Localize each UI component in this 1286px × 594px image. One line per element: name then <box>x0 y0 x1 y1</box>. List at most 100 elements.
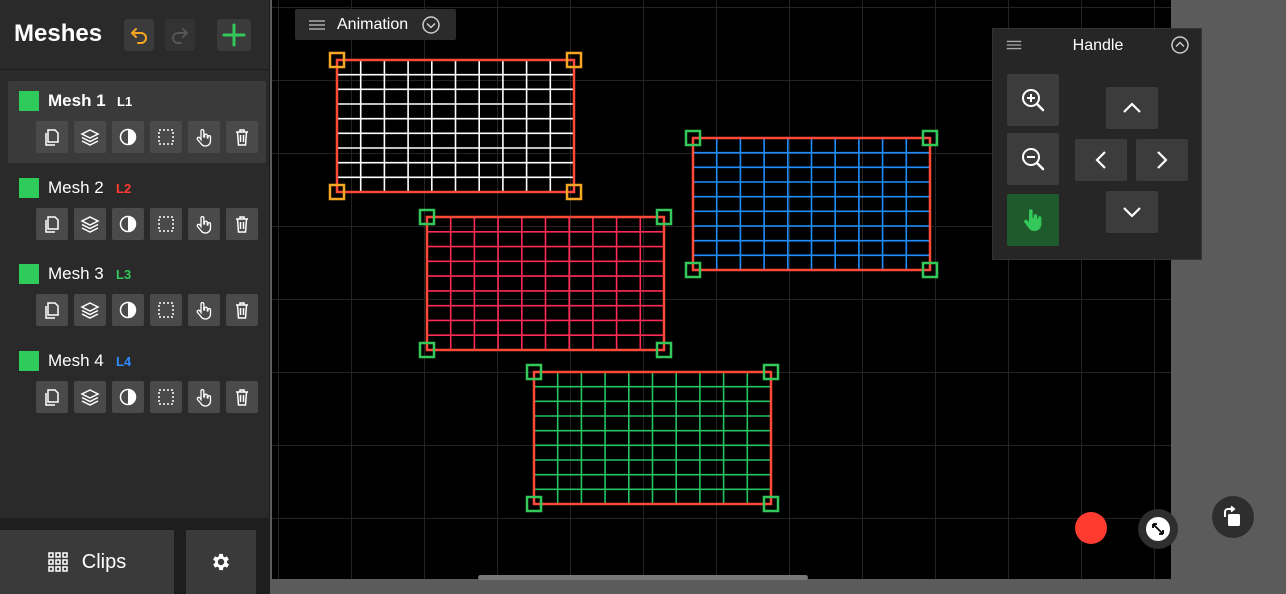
layers-button[interactable] <box>74 381 106 413</box>
contrast-button[interactable] <box>112 381 144 413</box>
layers-icon <box>80 302 100 319</box>
animation-dropdown[interactable]: Animation <box>295 9 456 40</box>
chevron-down-circle-icon <box>422 15 440 34</box>
zoom-out-icon <box>1022 148 1045 171</box>
mesh-layer-badge: L2 <box>116 181 132 196</box>
layers-button[interactable] <box>74 294 106 326</box>
trash-icon <box>236 302 248 319</box>
undo-button[interactable] <box>124 19 154 51</box>
layers-icon <box>80 389 100 406</box>
duplicate-icon <box>45 216 59 233</box>
trash-button[interactable] <box>226 121 258 153</box>
gear-icon <box>213 553 229 571</box>
mesh-tools <box>36 294 258 326</box>
hand-icon <box>196 216 212 234</box>
add-mesh-button[interactable] <box>217 19 251 51</box>
expand-icon <box>1146 517 1170 541</box>
duplicate-button[interactable] <box>36 381 68 413</box>
hand-icon <box>196 302 212 320</box>
hand-button[interactable] <box>188 294 220 326</box>
sidebar-bottom-bar: Clips <box>0 518 270 594</box>
zoom-in-icon <box>1022 89 1045 112</box>
layers-icon <box>80 216 100 233</box>
hand-icon <box>196 389 212 407</box>
mesh-4-grid[interactable] <box>684 129 939 279</box>
collapse-panel-icon[interactable] <box>1170 35 1190 55</box>
contrast-button[interactable] <box>112 294 144 326</box>
trash-button[interactable] <box>226 208 258 240</box>
trash-icon <box>236 389 248 406</box>
mesh-1-grid[interactable] <box>328 51 583 201</box>
plus-icon <box>222 23 246 47</box>
mesh-2-grid[interactable] <box>418 208 673 359</box>
hand-button[interactable] <box>188 381 220 413</box>
hand-button[interactable] <box>188 121 220 153</box>
nudge-right-button[interactable] <box>1136 139 1188 181</box>
clips-button[interactable]: Clips <box>0 530 174 594</box>
trash-button[interactable] <box>226 294 258 326</box>
fullscreen-button[interactable] <box>1138 509 1178 549</box>
nudge-left-button[interactable] <box>1075 139 1127 181</box>
mesh-item[interactable]: Mesh 4 L4 <box>8 341 266 423</box>
contrast-icon <box>119 128 137 146</box>
animation-label: Animation <box>337 15 409 33</box>
mesh-name: Mesh 4 <box>48 351 104 370</box>
duplicate-button[interactable] <box>36 121 68 153</box>
mesh-color-swatch[interactable] <box>19 351 39 371</box>
undo-icon <box>131 28 147 44</box>
zoom-in-button[interactable] <box>1007 74 1059 126</box>
contrast-icon <box>119 388 137 406</box>
contrast-icon <box>119 301 137 319</box>
mesh-item[interactable]: Mesh 3 L3 <box>8 254 266 336</box>
select-button[interactable] <box>150 381 182 413</box>
duplicate-button[interactable] <box>36 294 68 326</box>
select-button[interactable] <box>150 208 182 240</box>
mesh-layer-badge: L3 <box>116 267 132 282</box>
sidebar-title: Meshes <box>14 20 103 47</box>
layers-icon <box>80 129 100 146</box>
mesh-layer-badge: L4 <box>116 354 132 369</box>
nudge-down-button[interactable] <box>1106 191 1158 233</box>
mesh-tools <box>36 381 258 413</box>
app-window: Meshes Mesh 1 L1 Mesh 2 L2 Mesh 3 L3 Mesh 4 L4 <box>0 0 1286 594</box>
clips-label: Clips <box>81 550 127 573</box>
canvas-horizontal-scrollbar[interactable] <box>478 575 808 580</box>
trash-icon <box>236 129 248 146</box>
mesh-3-grid[interactable] <box>525 363 780 513</box>
duplicate-icon <box>45 302 59 319</box>
duplicate-button[interactable] <box>36 208 68 240</box>
redo-button[interactable] <box>165 19 195 51</box>
select-icon <box>158 129 174 145</box>
mesh-color-swatch[interactable] <box>19 264 39 284</box>
trash-button[interactable] <box>226 381 258 413</box>
hand-tool-button[interactable] <box>1007 194 1059 246</box>
hand-icon <box>196 129 212 147</box>
rotate-button[interactable] <box>1212 496 1254 538</box>
rotate-icon <box>1224 505 1240 526</box>
hand-button[interactable] <box>188 208 220 240</box>
layers-button[interactable] <box>74 208 106 240</box>
select-icon <box>158 216 174 232</box>
mesh-tools <box>36 121 258 153</box>
select-button[interactable] <box>150 294 182 326</box>
mesh-name: Mesh 1 <box>48 91 106 110</box>
hand-pointer-icon <box>1024 209 1042 231</box>
layers-button[interactable] <box>74 121 106 153</box>
duplicate-icon <box>45 129 59 146</box>
zoom-out-button[interactable] <box>1007 133 1059 185</box>
select-button[interactable] <box>150 121 182 153</box>
chevron-up-icon <box>1123 102 1141 113</box>
mesh-color-swatch[interactable] <box>19 178 39 198</box>
contrast-button[interactable] <box>112 121 144 153</box>
contrast-icon <box>119 215 137 233</box>
record-button[interactable] <box>1075 512 1107 544</box>
mesh-item[interactable]: Mesh 2 L2 <box>8 168 266 250</box>
mesh-name: Mesh 2 <box>48 178 104 197</box>
mesh-color-swatch[interactable] <box>19 91 39 111</box>
mesh-item[interactable]: Mesh 1 L1 <box>8 81 266 163</box>
contrast-button[interactable] <box>112 208 144 240</box>
trash-icon <box>236 216 248 233</box>
settings-button[interactable] <box>186 530 256 594</box>
nudge-up-button[interactable] <box>1106 87 1158 129</box>
mesh-tools <box>36 208 258 240</box>
